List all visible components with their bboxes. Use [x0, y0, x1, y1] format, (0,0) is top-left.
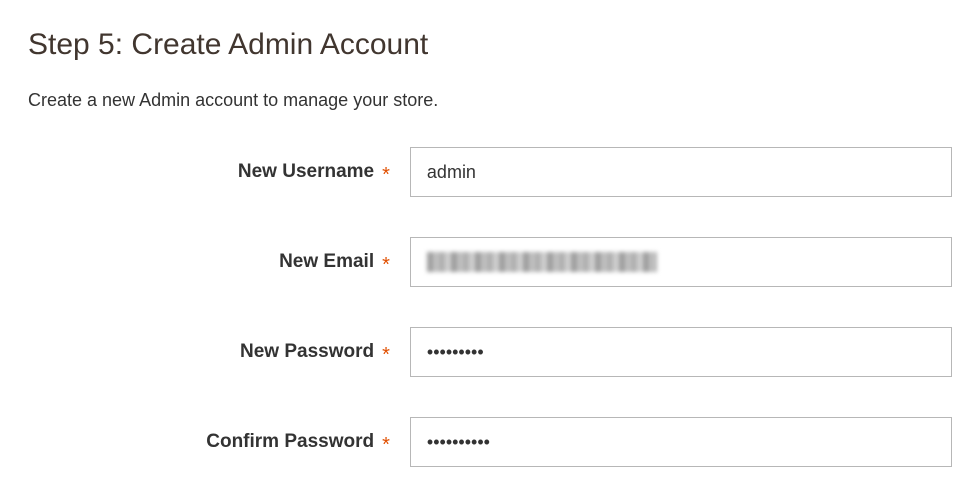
label-wrap-confirm-password: Confirm Password * — [28, 431, 398, 454]
label-confirm-password: Confirm Password — [206, 431, 374, 453]
form-row-password: New Password * — [28, 327, 952, 377]
form-row-username: New Username * — [28, 147, 952, 197]
confirm-password-input[interactable] — [410, 417, 952, 467]
page-description: Create a new Admin account to manage you… — [28, 90, 952, 111]
label-password: New Password — [240, 341, 374, 363]
email-input[interactable] — [410, 237, 952, 287]
password-input[interactable] — [410, 327, 952, 377]
label-wrap-username: New Username * — [28, 161, 398, 184]
required-mark-icon: * — [382, 164, 390, 187]
required-mark-icon: * — [382, 434, 390, 457]
form-row-confirm-password: Confirm Password * — [28, 417, 952, 467]
required-mark-icon: * — [382, 344, 390, 367]
username-input[interactable] — [410, 147, 952, 197]
label-username: New Username — [238, 161, 374, 183]
form-row-email: New Email * — [28, 237, 952, 287]
page-title: Step 5: Create Admin Account — [28, 28, 952, 62]
required-mark-icon: * — [382, 254, 390, 277]
label-wrap-email: New Email * — [28, 251, 398, 274]
label-email: New Email — [279, 251, 374, 273]
label-wrap-password: New Password * — [28, 341, 398, 364]
redacted-content — [427, 252, 657, 272]
